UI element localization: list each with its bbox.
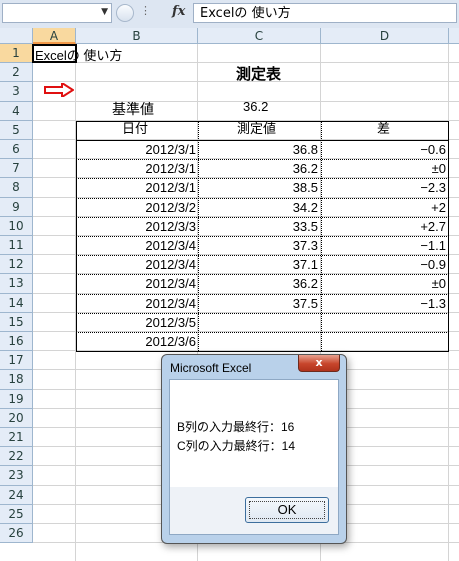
name-box[interactable]: ▼ [2,3,112,23]
formula-bar: ▼ ⋮ fx Excelの 使い方 [0,0,459,29]
cell-measured[interactable]: 37.1 [293,257,318,272]
cell-date[interactable]: 2012/3/2 [145,200,196,215]
cell-difference[interactable]: −1.3 [420,296,446,311]
chevron-down-icon[interactable]: ▼ [101,7,108,17]
table-border-top [76,120,449,122]
formula-input[interactable]: Excelの 使い方 [193,3,457,23]
cell-date[interactable]: 2012/3/5 [145,315,196,330]
table-row-divider [76,274,449,276]
insert-function-icon[interactable]: fx [172,4,185,19]
cell-date[interactable]: 2012/3/4 [145,257,196,272]
cell-difference[interactable]: +2 [431,200,446,215]
table-header-divider [76,140,449,141]
red-arrow-icon [44,83,74,97]
table-row-divider [76,332,449,333]
cell-date[interactable]: 2012/3/1 [145,180,196,195]
cell-difference[interactable]: ±0 [432,276,446,291]
cell-date[interactable]: 2012/3/1 [145,161,196,176]
cell-measured[interactable]: 34.2 [293,200,318,215]
dialog-message-line-1: B列の入力最終行：16 [177,420,295,434]
active-cell-cursor[interactable] [32,44,77,63]
cell-difference[interactable]: −2.3 [420,180,446,195]
cell-date[interactable]: 2012/3/6 [145,334,196,349]
base-value-label[interactable]: 基準値 [112,99,154,119]
message-dialog: Microsoft Excel x B列の入力最終行：16 C列の入力最終行：1… [161,354,347,544]
formula-bar-grip: ⋮ [140,4,151,17]
cell-difference[interactable]: ±0 [432,161,446,176]
table-row-divider [76,216,449,218]
cell-measured[interactable]: 37.5 [293,296,318,311]
cell-measured[interactable]: 36.2 [293,276,318,291]
cell-date[interactable]: 2012/3/4 [145,238,196,253]
table-border-bottom [76,351,449,353]
table-row-divider [76,312,449,314]
base-value[interactable]: 36.2 [243,99,268,114]
table-row-divider [76,159,449,161]
dialog-message-line-2: C列の入力最終行：14 [177,439,296,453]
cell-date[interactable]: 2012/3/4 [145,296,196,311]
table-row-divider [76,293,449,295]
cell-date[interactable]: 2012/3/1 [145,142,196,157]
cell-difference[interactable]: +2.7 [420,219,446,234]
close-button[interactable]: x [298,355,340,372]
dialog-footer: OK [169,487,339,535]
cell-measured[interactable]: 36.8 [293,142,318,157]
dialog-title: Microsoft Excel [170,361,252,375]
cell-date[interactable]: 2012/3/3 [145,219,196,234]
dialog-body: B列の入力最終行：16 C列の入力最終行：14 [169,379,339,489]
table-row-divider [76,197,449,199]
table-row-divider [76,236,449,237]
ok-button[interactable]: OK [245,497,329,523]
cell-difference[interactable]: −1.1 [420,238,446,253]
formula-bar-expand-button[interactable] [116,4,134,22]
cell-measured[interactable]: 36.2 [293,161,318,176]
cell-difference[interactable]: −0.6 [420,142,446,157]
table-row-divider [76,178,449,180]
table-row-divider [76,255,449,257]
cell-difference[interactable]: −0.9 [420,257,446,272]
cell-measured[interactable]: 37.3 [293,238,318,253]
cell-measured[interactable]: 38.5 [293,180,318,195]
table-title[interactable]: 測定表 [236,63,281,84]
cell-measured[interactable]: 33.5 [293,219,318,234]
cell-date[interactable]: 2012/3/4 [145,276,196,291]
